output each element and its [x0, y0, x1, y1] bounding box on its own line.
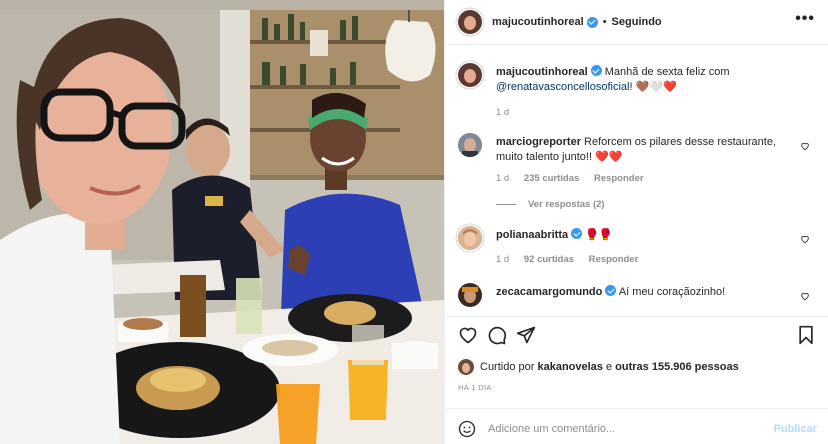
comment-like-heart-icon[interactable]	[800, 141, 810, 151]
verified-badge-icon	[590, 65, 602, 76]
comment-time: 1 d	[496, 173, 510, 184]
bookmark-icon[interactable]	[796, 325, 816, 345]
comment-icon[interactable]	[487, 325, 507, 345]
comment-item: polianaabritta 🥊🥊 1 d 92 curtidas Respon…	[458, 226, 818, 266]
commenter-avatar[interactable]	[458, 283, 482, 307]
view-replies-label: Ver respostas (2)	[528, 199, 605, 210]
following-button[interactable]: Seguindo	[612, 16, 662, 28]
comment-item: zecacamargomundo Aí meu coraçãozinho!	[458, 283, 818, 313]
comment-meta: 1 d 92 curtidas Responder	[496, 254, 650, 265]
verified-badge-icon	[605, 285, 617, 296]
view-replies-button[interactable]: Ver respostas (2)	[496, 199, 605, 210]
publish-button[interactable]: Publicar	[774, 423, 817, 435]
comment-body: Aí meu coraçãozinho!	[618, 286, 726, 298]
comment-like-heart-icon[interactable]	[800, 234, 810, 244]
verified-badge-icon	[586, 16, 598, 28]
post-header: majucoutinhoreal • Seguindo •••	[445, 0, 828, 45]
more-options-icon[interactable]: •••	[795, 11, 815, 27]
liked-by-others-link[interactable]: outras 155.906 pessoas	[615, 361, 739, 373]
comment-meta: 1 d 235 curtidas Responder	[496, 173, 656, 184]
replies-line	[496, 204, 516, 205]
liked-by-prefix: Curtido por	[480, 361, 535, 373]
comment-likes-count[interactable]: 235 curtidas	[524, 173, 579, 184]
verified-badge-icon	[571, 228, 583, 239]
comment-username[interactable]: zecacamargomundo	[496, 286, 602, 298]
commenter-avatar[interactable]	[458, 133, 482, 157]
author-username[interactable]: majucoutinhoreal	[492, 16, 584, 28]
caption-emoji: ! 🤎🤍❤️	[629, 81, 677, 93]
liked-by-conj: e	[605, 361, 613, 373]
caption-body: Manhã de sexta feliz com	[604, 66, 730, 78]
caption-author-avatar[interactable]	[458, 63, 482, 87]
comments-list: majucoutinhoreal Manhã de sexta feliz co…	[445, 46, 828, 316]
caption-username[interactable]: majucoutinhoreal	[496, 66, 588, 78]
post-timestamp[interactable]: HÁ 1 DIA	[458, 383, 492, 392]
comment-text: marciogreporter Reforcem os pilares dess…	[496, 135, 796, 165]
post-photo[interactable]	[0, 0, 444, 444]
caption-text: majucoutinhoreal Manhã de sexta feliz co…	[496, 65, 796, 95]
comment-body: 🥊🥊	[585, 229, 613, 241]
caption-mention-link[interactable]: @renatavasconcellosoficial	[496, 81, 629, 93]
liker-avatar[interactable]	[458, 359, 474, 375]
liked-by-summary: Curtido por kakanovelas e outras 155.906…	[458, 359, 739, 375]
comment-time: 1 d	[496, 254, 510, 265]
commenter-avatar[interactable]	[458, 226, 482, 250]
comment-like-heart-icon[interactable]	[800, 291, 810, 301]
add-comment-input[interactable]	[488, 422, 758, 435]
comment-item: marciogreporter Reforcem os pilares dess…	[458, 133, 818, 223]
comment-text: polianaabritta 🥊🥊	[496, 228, 796, 243]
comment-reply-button[interactable]: Responder	[589, 254, 639, 265]
heart-icon[interactable]	[458, 325, 478, 345]
smiley-icon[interactable]	[458, 420, 476, 438]
post-photo-illustration	[0, 0, 444, 444]
comment-reply-button[interactable]: Responder	[594, 173, 644, 184]
comment-likes-count[interactable]: 92 curtidas	[524, 254, 574, 265]
separator-dot: •	[602, 16, 607, 28]
caption-time: 1 d	[496, 107, 510, 118]
paper-plane-icon[interactable]	[516, 325, 536, 345]
author-avatar[interactable]	[458, 10, 482, 34]
comment-text: zecacamargomundo Aí meu coraçãozinho!	[496, 285, 796, 300]
comment-username[interactable]: polianaabritta	[496, 229, 568, 241]
comment-username[interactable]: marciogreporter	[496, 136, 581, 148]
add-comment-bar: Publicar	[445, 408, 828, 444]
caption-meta: 1 d	[496, 107, 521, 118]
post-sidebar: majucoutinhoreal • Seguindo ••• majucout…	[444, 0, 828, 444]
liked-by-user-link[interactable]: kakanovelas	[537, 361, 602, 373]
post-actions: Curtido por kakanovelas e outras 155.906…	[445, 316, 828, 444]
